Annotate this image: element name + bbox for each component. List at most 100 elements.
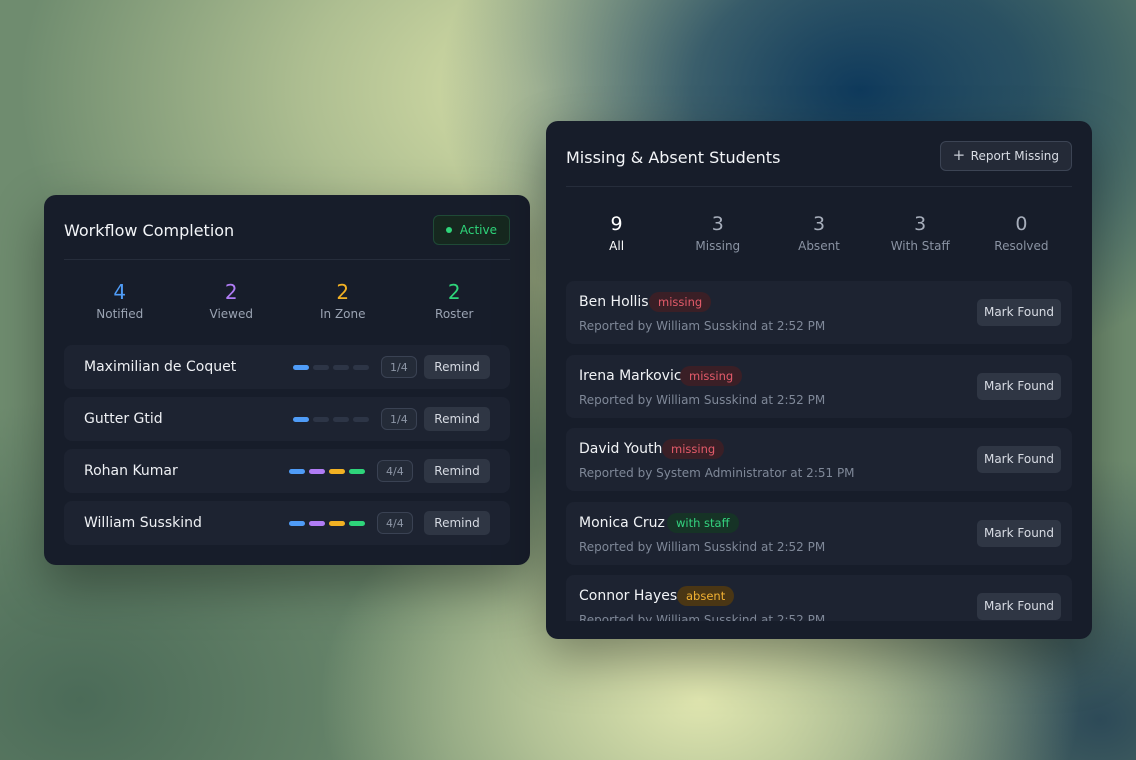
progress-pill xyxy=(349,469,365,474)
tab-all-label: All xyxy=(609,239,625,253)
reported-by: Reported by William Susskind at 2:52 PM xyxy=(579,613,826,621)
stat-roster: 2 Roster xyxy=(399,280,511,325)
student-name: Ben Hollis xyxy=(579,294,649,310)
progress-pill xyxy=(313,365,329,370)
progress-pill xyxy=(333,417,349,422)
progress-pill xyxy=(289,521,305,526)
list-item: David Youth missing Reported by System A… xyxy=(566,428,1072,491)
plus-icon: + xyxy=(952,146,966,164)
student-name: Monica Cruz xyxy=(579,514,665,531)
status-badge: missing xyxy=(662,439,725,459)
remind-button[interactable]: Remind xyxy=(424,511,490,535)
stat-notified-label: Notified xyxy=(96,307,144,321)
list-item: Connor Hayes absent Reported by William … xyxy=(566,575,1072,621)
progress-count: 1/4 xyxy=(381,356,417,378)
stat-viewed: 2 Viewed xyxy=(176,280,288,325)
status-badge: with staff xyxy=(667,512,739,533)
tab-missing-label: Missing xyxy=(695,239,741,253)
progress-pill xyxy=(329,469,345,474)
progress-pill xyxy=(353,365,369,370)
mark-found-button[interactable]: Mark Found xyxy=(977,372,1061,400)
workflow-stats: 4 Notified 2 Viewed 2 In Zone 2 Roster xyxy=(64,280,510,325)
remind-button[interactable]: Remind xyxy=(424,355,490,379)
student-name: Irena Markovic xyxy=(579,367,682,384)
reported-by: Reported by System Administrator at 2:51… xyxy=(579,466,855,480)
mark-found-button[interactable]: Mark Found xyxy=(977,446,1061,473)
stat-notified-value: 4 xyxy=(113,280,127,304)
status-dot-icon xyxy=(445,227,452,233)
tab-absent-label: Absent xyxy=(798,239,840,253)
mark-found-button[interactable]: Mark Found xyxy=(977,593,1061,620)
student-name: Connor Hayes xyxy=(579,588,678,604)
workflow-row: Maximilian de Coquet 1/4 Remind xyxy=(64,345,510,389)
report-missing-label: Report Missing xyxy=(970,149,1059,163)
stat-in-zone-value: 2 xyxy=(336,280,350,304)
workflow-row: William Susskind 4/4 Remind xyxy=(64,501,510,545)
progress-pill xyxy=(313,417,329,422)
tab-resolved-label: Resolved xyxy=(994,239,1049,253)
progress-pill xyxy=(353,417,369,422)
status-badge: missing xyxy=(649,292,712,312)
tab-with-staff-count: 3 xyxy=(914,213,927,235)
progress-pill xyxy=(293,365,309,370)
progress-pills xyxy=(289,521,365,526)
tab-missing[interactable]: 3 Missing xyxy=(667,213,768,255)
missing-absent-card: Missing & Absent Students + Report Missi… xyxy=(546,121,1092,639)
progress-pill xyxy=(329,521,345,526)
stat-in-zone-label: In Zone xyxy=(319,307,366,321)
mark-found-button[interactable]: Mark Found xyxy=(977,519,1061,547)
list-item: Monica Cruz with staff Reported by Willi… xyxy=(566,501,1072,565)
progress-pill xyxy=(349,521,365,526)
stat-in-zone: 2 In Zone xyxy=(287,280,399,325)
remind-button[interactable]: Remind xyxy=(424,459,490,483)
tab-absent-count: 3 xyxy=(812,213,826,235)
active-status-label: Active xyxy=(459,223,497,237)
stat-viewed-value: 2 xyxy=(224,280,238,304)
missing-title: Missing & Absent Students xyxy=(566,148,781,167)
progress-pill xyxy=(289,469,305,474)
tab-resolved-count: 0 xyxy=(1015,213,1028,235)
progress-pill xyxy=(309,469,325,474)
reported-by: Reported by William Susskind at 2:52 PM xyxy=(579,539,826,554)
progress-pills xyxy=(293,417,369,422)
tab-absent[interactable]: 3 Absent xyxy=(768,213,869,255)
workflow-row-name: Maximilian de Coquet xyxy=(84,359,237,375)
progress-count: 1/4 xyxy=(381,408,417,430)
workflow-row: Gutter Gtid 1/4 Remind xyxy=(64,397,510,441)
remind-button[interactable]: Remind xyxy=(424,407,490,431)
reported-by: Reported by William Susskind at 2:52 PM xyxy=(579,392,826,407)
status-badge: absent xyxy=(677,586,735,606)
status-badge: missing xyxy=(680,365,743,386)
progress-count: 4/4 xyxy=(377,460,413,482)
progress-count: 4/4 xyxy=(377,512,413,534)
list-item: Ben Hollis missing Reported by William S… xyxy=(566,281,1072,344)
workflow-header: Workflow Completion Active xyxy=(64,215,510,260)
student-name: David Youth xyxy=(579,441,663,457)
report-missing-button[interactable]: + Report Missing xyxy=(939,141,1072,171)
reported-by: Reported by William Susskind at 2:52 PM xyxy=(579,319,826,333)
stat-notified: 4 Notified xyxy=(64,280,176,325)
status-filter-tabs: 9 All 3 Missing 3 Absent 3 With Staff 0 … xyxy=(566,213,1072,255)
tab-with-staff-label: With Staff xyxy=(890,239,950,253)
workflow-row: Rohan Kumar 4/4 Remind xyxy=(64,449,510,493)
workflow-title: Workflow Completion xyxy=(64,221,235,240)
mark-found-button[interactable]: Mark Found xyxy=(977,299,1061,326)
tab-with-staff[interactable]: 3 With Staff xyxy=(870,213,971,255)
workflow-rows: Maximilian de Coquet 1/4 Remind Gutter G… xyxy=(64,345,510,553)
progress-pill xyxy=(309,521,325,526)
workflow-row-name: Gutter Gtid xyxy=(84,411,163,427)
active-status-badge: Active xyxy=(432,215,510,245)
missing-header: Missing & Absent Students + Report Missi… xyxy=(566,141,1072,187)
progress-pills xyxy=(293,365,369,370)
tab-all[interactable]: 9 All xyxy=(566,213,667,255)
workflow-row-name: Rohan Kumar xyxy=(84,463,178,479)
progress-pill xyxy=(333,365,349,370)
student-list[interactable]: Ben Hollis missing Reported by William S… xyxy=(566,281,1072,621)
stat-roster-label: Roster xyxy=(435,307,474,321)
tab-all-count: 9 xyxy=(610,213,623,235)
stat-roster-value: 2 xyxy=(447,280,461,304)
progress-pill xyxy=(293,417,309,422)
list-item: Irena Markovic missing Reported by Willi… xyxy=(566,354,1072,418)
progress-pills xyxy=(289,469,365,474)
tab-resolved[interactable]: 0 Resolved xyxy=(971,213,1072,255)
